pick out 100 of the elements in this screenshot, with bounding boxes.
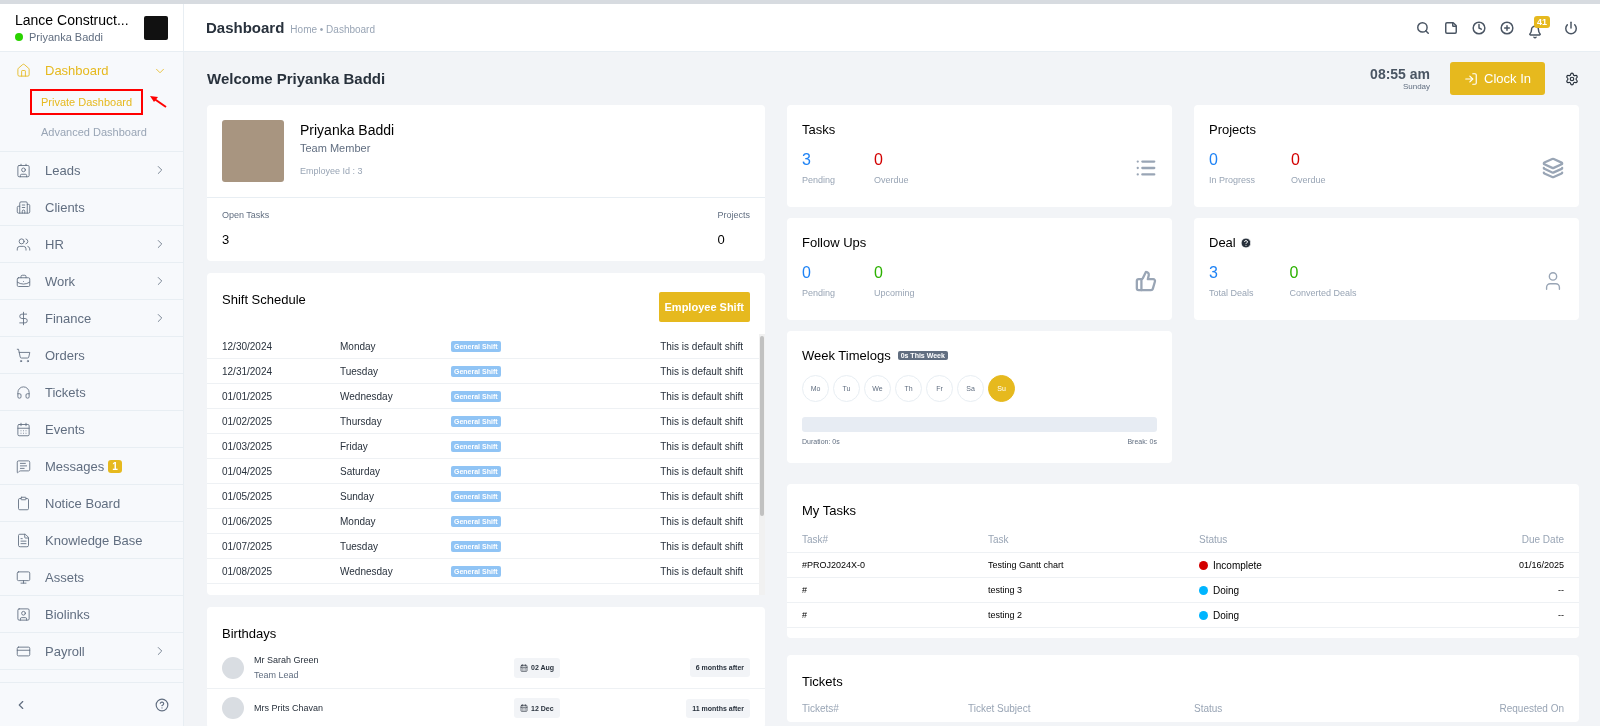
clipboard-icon: [16, 495, 31, 511]
sidebar-item[interactable]: Messages 1: [0, 448, 183, 485]
stat-label: Overdue: [1291, 175, 1327, 185]
list-icon: [1135, 157, 1157, 179]
company-logo: [144, 15, 168, 40]
sidebar-item[interactable]: Tickets: [0, 374, 183, 411]
sidebar-item[interactable]: Leads: [0, 152, 183, 189]
sticky-note-button[interactable]: [1444, 20, 1458, 35]
users-icon: [16, 236, 31, 252]
sidebar-item[interactable]: Assets: [0, 559, 183, 596]
company-name: Lance Construct...: [15, 12, 129, 28]
document-icon: [16, 532, 31, 548]
card-title: My Tasks: [802, 503, 856, 518]
stat-number: 0: [1289, 264, 1300, 282]
stat-number: 0: [1291, 151, 1301, 169]
shift-date: 01/05/2025: [222, 490, 274, 502]
shift-remark: This is default shift: [660, 540, 743, 552]
breadcrumb: Home • Dashboard: [290, 24, 375, 35]
stat-label: Pending: [802, 288, 837, 298]
stat-label: In Progress: [1209, 175, 1256, 185]
sidebar-item[interactable]: Events: [0, 411, 183, 448]
sidebar-item[interactable]: Notice Board: [0, 485, 183, 522]
page-title: Dashboard: [206, 19, 285, 36]
shift-remark: This is default shift: [660, 390, 743, 402]
stat-label: Converted Deals: [1289, 288, 1357, 298]
person-name: Mr Sarah Green: [254, 655, 320, 665]
shift-day: Tuesday: [340, 540, 451, 552]
stat-number: 0: [874, 151, 884, 169]
task-number: #: [802, 585, 808, 595]
calendar-icon: [520, 663, 528, 672]
task-number: #PROJ2024X-0: [802, 560, 867, 570]
sidebar-item[interactable]: Payroll: [0, 633, 183, 670]
stat-number: 0: [802, 264, 812, 282]
profile-role: Team Member: [300, 142, 372, 154]
task-number: #: [802, 610, 808, 620]
card-title: Shift Schedule: [222, 292, 306, 307]
stat-value: 0: [717, 232, 725, 247]
settings-icon[interactable]: [1565, 71, 1579, 86]
task-name: Testing Gantt chart: [988, 560, 1065, 570]
thumbs-up-icon: [1135, 270, 1157, 292]
card-icon: [16, 643, 31, 659]
help-icon: [1239, 236, 1252, 249]
shift-remark: This is default shift: [660, 365, 743, 377]
photo-placeholder: [222, 120, 284, 182]
clock-time: 08:55 am: [1370, 66, 1431, 82]
due-date: --: [1557, 585, 1564, 595]
shift-remark: This is default shift: [660, 565, 743, 577]
task-status: Incomplete: [1213, 559, 1262, 571]
sidebar-item[interactable]: Clients: [0, 189, 183, 226]
search-button[interactable]: [1416, 20, 1430, 35]
shift-day: Saturday: [340, 465, 451, 477]
stat-number: 0: [874, 264, 884, 282]
column-header: Requested On: [1498, 703, 1564, 714]
shift-date: 12/30/2024: [222, 340, 274, 352]
due-date: 01/16/2025: [1517, 560, 1564, 570]
task-name: testing 2: [988, 610, 1024, 620]
sidebar-item[interactable]: HR: [0, 226, 183, 263]
layers-icon: [1542, 157, 1564, 179]
shift-remark: This is default shift: [660, 440, 743, 452]
monitor-icon: [16, 569, 31, 585]
column-header: Task: [988, 533, 1010, 545]
card-title: Deal: [1209, 235, 1236, 250]
shift-remark: This is default shift: [660, 515, 743, 527]
clock-button[interactable]: [1472, 20, 1486, 35]
card-title: Week Timelogs: [802, 348, 891, 363]
headphones-icon: [16, 384, 31, 400]
shift-date: 01/02/2025: [222, 415, 274, 427]
card-title: Projects: [1209, 122, 1256, 137]
message-icon: [16, 458, 31, 474]
shift-day: Thursday: [340, 415, 451, 427]
stat-label: Total Deals: [1209, 288, 1254, 298]
column-header: Tickets#: [802, 703, 840, 714]
task-status: Doing: [1213, 584, 1240, 596]
add-button[interactable]: [1500, 20, 1514, 35]
sidebar-item[interactable]: Finance: [0, 300, 183, 337]
sidebar-item[interactable]: Knowledge Base: [0, 522, 183, 559]
task-status: Doing: [1213, 609, 1240, 621]
power-button[interactable]: [1564, 20, 1578, 35]
column-header: Status: [1194, 703, 1224, 714]
person-name: Mrs Prits Chavan: [254, 703, 325, 713]
shift-day: Wednesday: [340, 565, 451, 577]
stat-label: Upcoming: [874, 288, 915, 298]
building-icon: [16, 199, 31, 215]
person-role: Team Lead: [254, 670, 300, 680]
sidebar-item[interactable]: Work: [0, 263, 183, 300]
stat-label: Projects: [717, 210, 750, 220]
sidebar-item[interactable]: Biolinks: [0, 596, 183, 633]
help-icon[interactable]: [155, 697, 169, 712]
shift-date: 01/06/2025: [222, 515, 274, 527]
shift-remark: This is default shift: [660, 415, 743, 427]
stat-number: 0: [1209, 151, 1219, 169]
contact-card-icon: [16, 606, 31, 622]
avatar: [222, 656, 244, 679]
calendar-icon: [16, 421, 31, 437]
sidebar-item[interactable]: Orders: [0, 337, 183, 374]
card-title: Follow Ups: [802, 235, 867, 250]
login-icon: [1464, 71, 1479, 86]
stat-number: 3: [802, 151, 812, 169]
scrollbar[interactable]: [759, 334, 765, 595]
shift-date: 01/04/2025: [222, 465, 274, 477]
